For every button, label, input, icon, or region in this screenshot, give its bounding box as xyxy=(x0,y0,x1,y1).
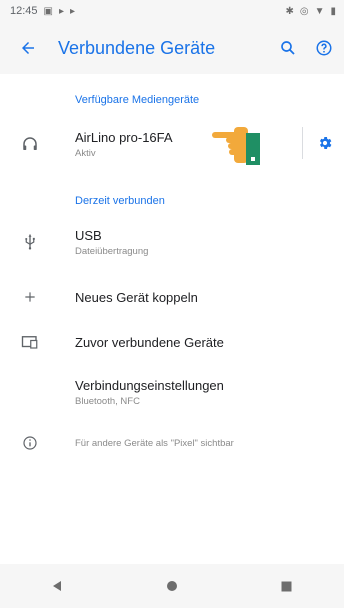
connection-preferences-row[interactable]: Verbindungseinstellungen Bluetooth, NFC xyxy=(0,372,344,412)
navigation-bar xyxy=(0,564,344,608)
previously-connected-label: Zuvor verbundene Geräte xyxy=(75,334,224,350)
previously-connected-row[interactable]: Zuvor verbundene Geräte xyxy=(0,327,344,357)
device-status: Dateiübertragung xyxy=(75,245,149,257)
nav-home-icon xyxy=(166,581,177,591)
usb-icon xyxy=(25,234,35,250)
media-icon: ▸ xyxy=(58,5,65,17)
visibility-info-text: Für andere Geräte als "Pixel" sichtbar xyxy=(75,437,234,449)
visibility-info-row: Für andere Geräte als "Pixel" sichtbar xyxy=(0,428,344,458)
back-arrow-icon xyxy=(22,42,34,54)
hotspot-icon: ◎ xyxy=(299,5,309,17)
help-button[interactable] xyxy=(306,22,342,74)
device-status: Aktiv xyxy=(75,147,96,159)
media-icon-2: ▸ xyxy=(70,5,76,17)
battery-icon: ▮ xyxy=(330,5,336,17)
device-settings-button[interactable] xyxy=(312,130,338,156)
connection-preferences-label: Verbindungseinstellungen xyxy=(75,377,224,393)
pair-new-device-label: Neues Gerät koppeln xyxy=(75,289,198,305)
pointing-hand-icon xyxy=(212,127,260,165)
search-button[interactable] xyxy=(270,22,306,74)
pair-new-device-row[interactable]: Neues Gerät koppeln xyxy=(0,282,344,312)
plus-icon xyxy=(25,292,35,302)
help-icon xyxy=(316,40,332,56)
status-time: 12:45 xyxy=(10,5,38,17)
page-title: Verbundene Geräte xyxy=(58,37,216,58)
nav-recents-icon xyxy=(281,581,292,591)
devices-icon xyxy=(21,336,38,349)
headphones-icon xyxy=(23,137,37,150)
device-name: USB xyxy=(75,227,102,243)
device-row-airlino[interactable]: AirLino pro-16FA Aktiv xyxy=(0,124,344,164)
app-bar: Verbundene Geräte xyxy=(0,22,344,74)
nav-recents-button[interactable] xyxy=(267,566,307,606)
nav-back-button[interactable] xyxy=(37,566,77,606)
bluetooth-icon: ✱ xyxy=(285,5,294,17)
connection-preferences-subtitle: Bluetooth, NFC xyxy=(75,395,140,407)
wifi-icon: ▼ xyxy=(314,5,325,17)
search-icon xyxy=(281,41,295,55)
device-name: AirLino pro-16FA xyxy=(75,129,173,145)
back-button[interactable] xyxy=(0,22,56,74)
nav-back-icon xyxy=(53,581,62,591)
notification-icon: ▣ xyxy=(43,5,53,17)
connected-header: Derzeit verbunden xyxy=(75,195,165,207)
gear-icon xyxy=(319,137,332,149)
nav-home-button[interactable] xyxy=(152,566,192,606)
device-row-usb[interactable]: USB Dateiübertragung xyxy=(0,222,344,262)
info-icon xyxy=(23,436,37,450)
available-media-header: Verfügbare Mediengeräte xyxy=(75,94,200,106)
divider xyxy=(302,127,303,159)
status-bar: 12:45 ▣ ▸ ▸ ✱ ◎ ▼ ▮ xyxy=(0,0,344,22)
